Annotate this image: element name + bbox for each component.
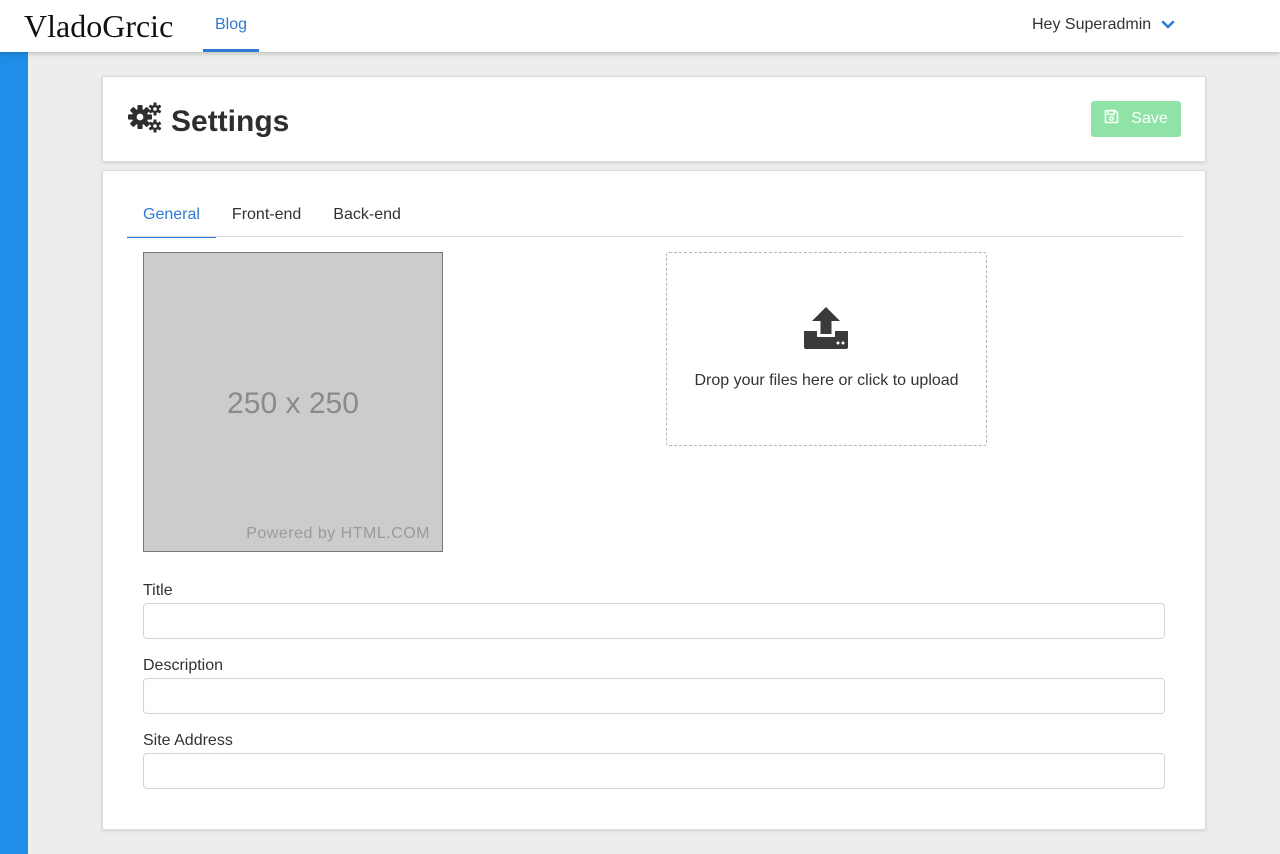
user-greeting: Hey Superadmin — [1032, 16, 1152, 33]
page-title: Settings — [127, 101, 289, 143]
settings-main-card: General Front-end Back-end 250 x 250 Pow… — [102, 170, 1206, 830]
title-input[interactable] — [143, 603, 1165, 639]
site-address-label: Site Address — [143, 732, 233, 749]
description-label: Description — [143, 657, 224, 674]
tab-front-end[interactable]: Front-end — [216, 197, 317, 237]
sidebar-strip — [0, 52, 28, 854]
site-address-input[interactable] — [143, 753, 1165, 789]
top-navbar: VladoGrcic Blog Hey Superadmin — [0, 0, 1280, 52]
save-label: Save — [1131, 110, 1168, 127]
title-label: Title — [143, 582, 173, 599]
description-input[interactable] — [143, 678, 1165, 714]
floppy-disk-icon — [1104, 109, 1119, 129]
save-button[interactable]: Save — [1091, 101, 1181, 137]
settings-tabs: General Front-end Back-end — [127, 197, 1183, 238]
placeholder-size-text: 250 x 250 — [227, 387, 359, 420]
settings-header-card: Settings Save — [102, 76, 1206, 162]
cogs-icon — [127, 101, 163, 143]
page-title-text: Settings — [171, 105, 290, 138]
chevron-down-icon — [1161, 20, 1175, 30]
user-menu[interactable]: Hey Superadmin — [1032, 16, 1175, 34]
tab-back-end[interactable]: Back-end — [317, 197, 417, 237]
logo-image-placeholder: 250 x 250 Powered by HTML.COM — [143, 252, 443, 552]
file-dropzone[interactable]: Drop your files here or click to upload — [666, 252, 987, 446]
upload-icon — [803, 305, 849, 354]
dropzone-text: Drop your files here or click to upload — [694, 372, 959, 389]
nav-link-blog[interactable]: Blog — [203, 0, 259, 52]
tab-general[interactable]: General — [127, 197, 216, 238]
placeholder-powered-text: Powered by HTML.COM — [246, 525, 430, 542]
brand-logo[interactable]: VladoGrcic — [24, 8, 173, 45]
